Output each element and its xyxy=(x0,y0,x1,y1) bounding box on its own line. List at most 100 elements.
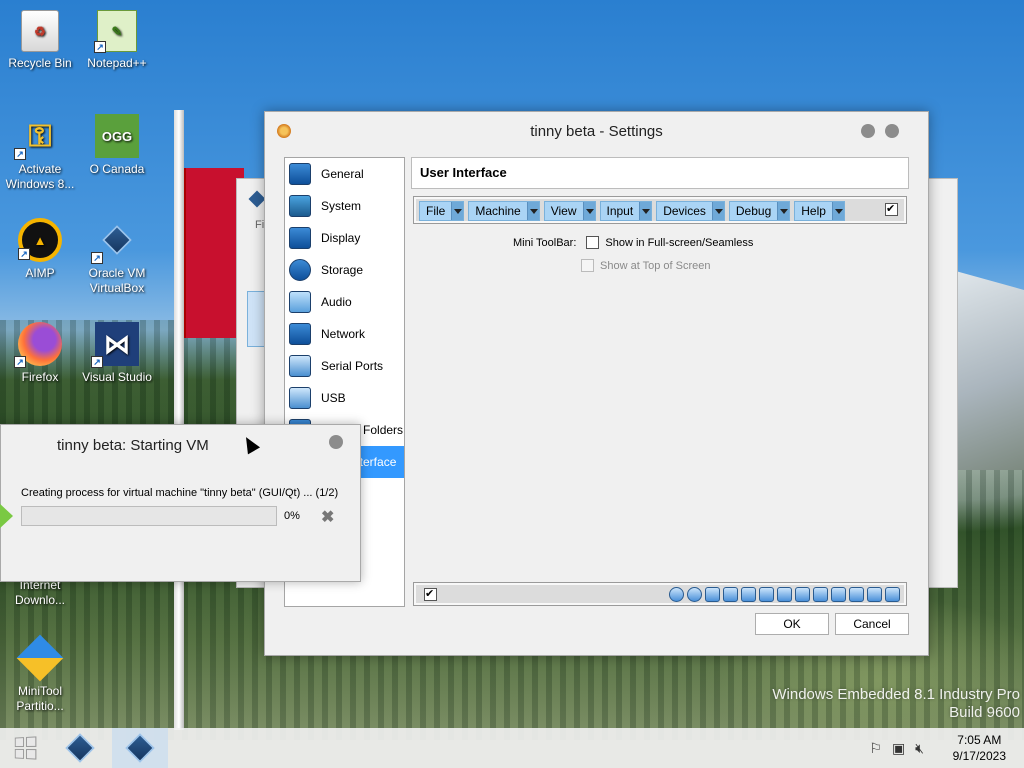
chevron-down-icon[interactable] xyxy=(777,202,790,220)
shortcut-arrow-icon: ↗ xyxy=(18,248,30,260)
nav-item-storage[interactable]: Storage xyxy=(285,254,404,286)
progress-message: Creating process for virtual machine "ti… xyxy=(21,487,339,499)
settings-window[interactable]: tinny beta - Settings General System Dis… xyxy=(264,111,929,656)
usb-status-icon[interactable] xyxy=(759,587,774,602)
network-tray-icon[interactable]: ▣ xyxy=(892,740,905,757)
menu-chip-input[interactable]: Input xyxy=(599,201,653,221)
menu-chip-help[interactable]: Help xyxy=(794,201,845,221)
host-key-icon[interactable] xyxy=(885,587,900,602)
mouse-integration-icon[interactable] xyxy=(849,587,864,602)
shortcut-arrow-icon: ↗ xyxy=(14,356,26,368)
hard-disk-icon[interactable] xyxy=(669,587,684,602)
progress-percent: 0% xyxy=(284,510,300,522)
windows-watermark: Windows Embedded 8.1 Industry Pro Build … xyxy=(772,686,1020,721)
desktop-icon-activate-windows[interactable]: ⚿ ↗ Activate Windows 8... xyxy=(0,114,80,192)
mini-toolbar-top-row: Show at Top of Screen xyxy=(581,259,710,272)
menu-chip-view[interactable]: View xyxy=(543,201,596,221)
show-fullscreen-checkbox[interactable] xyxy=(586,236,600,249)
wallpaper-flagpole xyxy=(174,110,184,730)
menu-chip-devices[interactable]: Devices xyxy=(656,201,725,221)
taskbar-app-virtualbox-manager[interactable] xyxy=(52,728,108,768)
clock[interactable]: 7:05 AM 9/17/2023 xyxy=(953,732,1006,764)
shortcut-arrow-icon: ↗ xyxy=(14,148,26,160)
vm-dialog-title: tinny beta: Starting VM xyxy=(57,437,209,454)
nav-item-label: System xyxy=(321,199,362,213)
nav-item-display[interactable]: Display xyxy=(285,222,404,254)
audio-status-icon[interactable] xyxy=(723,587,738,602)
ok-button[interactable]: OK xyxy=(755,613,829,635)
nav-item-label: Network xyxy=(321,327,366,341)
chevron-down-icon[interactable] xyxy=(451,202,464,220)
storage-icon xyxy=(289,259,311,281)
system-icon xyxy=(289,195,311,217)
status-bar-icons xyxy=(669,587,900,602)
flag-icon[interactable]: ⚐ xyxy=(869,740,882,757)
nav-item-label: Storage xyxy=(321,263,364,277)
nav-item-label: Audio xyxy=(321,295,352,309)
network-status-icon[interactable] xyxy=(741,587,756,602)
chevron-down-icon[interactable] xyxy=(526,202,539,220)
floppy-icon[interactable] xyxy=(705,587,720,602)
nav-item-usb[interactable]: USB xyxy=(285,382,404,414)
nav-item-serial-ports[interactable]: Serial Ports xyxy=(285,350,404,382)
desktop-icon-label: Internet Downlo... xyxy=(14,578,66,607)
desktop-icon-internet-download[interactable]: Internet Downlo... xyxy=(0,578,80,608)
taskbar-app-virtualbox-vm[interactable] xyxy=(112,728,168,768)
cancel-icon[interactable]: ✖ xyxy=(321,507,334,527)
settings-titlebar[interactable]: tinny beta - Settings xyxy=(265,112,928,150)
menu-bar-editor[interactable]: File Machine View Input Devices Debug He… xyxy=(413,196,907,224)
menu-bar-enabled-checkbox[interactable] xyxy=(885,202,898,216)
menu-chip-machine[interactable]: Machine xyxy=(468,201,540,221)
status-bar-editor[interactable] xyxy=(413,582,907,606)
usb-icon xyxy=(289,387,311,409)
recording-status-icon[interactable] xyxy=(813,587,828,602)
nav-item-general[interactable]: General xyxy=(285,158,404,190)
nav-item-label: USB xyxy=(321,391,346,405)
desktop-icon-minitool[interactable]: MiniTool Partitio... xyxy=(0,634,80,714)
general-icon xyxy=(289,163,311,185)
status-bar-enabled-checkbox[interactable] xyxy=(424,587,437,601)
nav-item-network[interactable]: Network xyxy=(285,318,404,350)
menu-chip-file[interactable]: File xyxy=(419,201,465,221)
start-button[interactable] xyxy=(0,728,50,768)
starting-vm-dialog[interactable]: tinny beta: Starting VM Creating process… xyxy=(0,424,361,582)
desktop-icon-label: Visual Studio xyxy=(82,370,152,384)
close-button[interactable] xyxy=(885,124,899,138)
desktop-icon-firefox[interactable]: ↗ Firefox xyxy=(0,322,80,385)
keyboard-status-icon[interactable] xyxy=(867,587,882,602)
cpu-status-icon[interactable] xyxy=(831,587,846,602)
desktop-icon-virtualbox[interactable]: ↗ Oracle VM VirtualBox xyxy=(77,218,157,296)
virtualbox-icon xyxy=(125,733,155,763)
show-fullscreen-label[interactable]: Show in Full-screen/Seamless xyxy=(605,237,753,249)
desktop-icon-aimp[interactable]: ▲ ↗ AIMP xyxy=(0,218,80,281)
system-tray: ⚐ ▣ 🔇︎ xyxy=(869,740,924,757)
key-shield-icon: ⚿ ↗ xyxy=(14,114,62,160)
desktop-icon-label: Firefox xyxy=(21,370,59,384)
shortcut-arrow-icon: ↗ xyxy=(94,41,106,53)
volume-muted-icon[interactable]: 🔇︎ xyxy=(915,740,924,757)
chevron-down-icon[interactable] xyxy=(831,202,844,220)
minitool-icon xyxy=(16,634,64,682)
desktop-icon-notepad-plus-plus[interactable]: ✎ ↗ Notepad++ xyxy=(77,10,157,71)
optical-drive-icon[interactable] xyxy=(687,587,702,602)
desktop-icon-visual-studio[interactable]: ⋈ ↗ Visual Studio xyxy=(77,322,157,385)
shortcut-arrow-icon: ↗ xyxy=(91,252,103,264)
shared-folders-status-icon[interactable] xyxy=(777,587,792,602)
show-top-checkbox[interactable] xyxy=(581,259,594,272)
start-arrow-icon xyxy=(0,503,13,529)
nav-item-audio[interactable]: Audio xyxy=(285,286,404,318)
chevron-down-icon[interactable] xyxy=(639,202,652,220)
cancel-button[interactable]: Cancel xyxy=(835,613,909,635)
nav-item-label: Serial Ports xyxy=(321,359,384,373)
minimize-button[interactable] xyxy=(861,124,875,138)
chevron-down-icon[interactable] xyxy=(582,202,595,220)
chevron-down-icon[interactable] xyxy=(711,202,724,220)
nav-item-system[interactable]: System xyxy=(285,190,404,222)
desktop-icon-o-canada[interactable]: OGG O Canada xyxy=(77,114,157,177)
shortcut-arrow-icon: ↗ xyxy=(91,356,103,368)
virtualbox-icon: ↗ xyxy=(91,218,139,264)
display-status-icon[interactable] xyxy=(795,587,810,602)
menu-chip-debug[interactable]: Debug xyxy=(728,201,791,221)
close-button[interactable] xyxy=(329,435,343,449)
desktop-icon-recycle-bin[interactable]: ♻ Recycle Bin xyxy=(0,10,80,71)
